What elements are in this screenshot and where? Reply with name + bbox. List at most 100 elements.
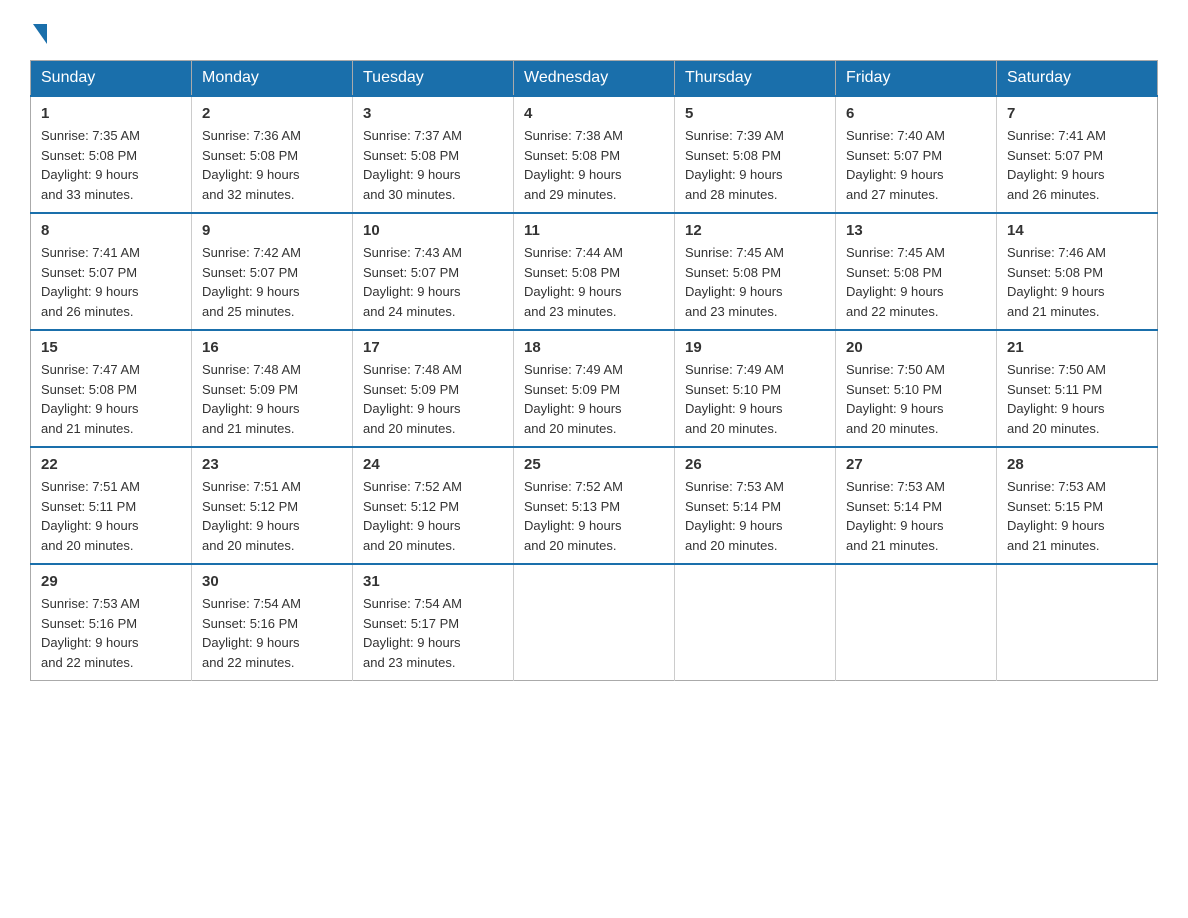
day-info: Sunrise: 7:38 AM Sunset: 5:08 PM Dayligh… (524, 126, 664, 204)
logo-arrow-icon (33, 24, 47, 44)
day-info: Sunrise: 7:41 AM Sunset: 5:07 PM Dayligh… (1007, 126, 1147, 204)
day-number: 3 (363, 105, 503, 122)
day-number: 27 (846, 456, 986, 473)
calendar-cell (514, 564, 675, 681)
page-header (30, 20, 1158, 40)
calendar-cell: 21 Sunrise: 7:50 AM Sunset: 5:11 PM Dayl… (997, 330, 1158, 447)
day-info: Sunrise: 7:48 AM Sunset: 5:09 PM Dayligh… (202, 360, 342, 438)
calendar-cell (675, 564, 836, 681)
day-info: Sunrise: 7:50 AM Sunset: 5:11 PM Dayligh… (1007, 360, 1147, 438)
calendar-cell: 22 Sunrise: 7:51 AM Sunset: 5:11 PM Dayl… (31, 447, 192, 564)
day-info: Sunrise: 7:53 AM Sunset: 5:14 PM Dayligh… (685, 477, 825, 555)
day-number: 5 (685, 105, 825, 122)
logo (30, 20, 47, 40)
day-info: Sunrise: 7:49 AM Sunset: 5:10 PM Dayligh… (685, 360, 825, 438)
calendar-cell: 7 Sunrise: 7:41 AM Sunset: 5:07 PM Dayli… (997, 96, 1158, 213)
day-info: Sunrise: 7:54 AM Sunset: 5:17 PM Dayligh… (363, 594, 503, 672)
day-number: 10 (363, 222, 503, 239)
calendar-week-row: 15 Sunrise: 7:47 AM Sunset: 5:08 PM Dayl… (31, 330, 1158, 447)
day-number: 31 (363, 573, 503, 590)
calendar-cell: 27 Sunrise: 7:53 AM Sunset: 5:14 PM Dayl… (836, 447, 997, 564)
calendar-cell: 11 Sunrise: 7:44 AM Sunset: 5:08 PM Dayl… (514, 213, 675, 330)
calendar-cell: 17 Sunrise: 7:48 AM Sunset: 5:09 PM Dayl… (353, 330, 514, 447)
weekday-header-saturday: Saturday (997, 61, 1158, 97)
day-info: Sunrise: 7:46 AM Sunset: 5:08 PM Dayligh… (1007, 243, 1147, 321)
day-number: 19 (685, 339, 825, 356)
calendar-cell: 23 Sunrise: 7:51 AM Sunset: 5:12 PM Dayl… (192, 447, 353, 564)
day-number: 22 (41, 456, 181, 473)
calendar-cell: 6 Sunrise: 7:40 AM Sunset: 5:07 PM Dayli… (836, 96, 997, 213)
calendar-cell: 20 Sunrise: 7:50 AM Sunset: 5:10 PM Dayl… (836, 330, 997, 447)
day-number: 6 (846, 105, 986, 122)
calendar-week-row: 22 Sunrise: 7:51 AM Sunset: 5:11 PM Dayl… (31, 447, 1158, 564)
calendar-cell (836, 564, 997, 681)
calendar-cell (997, 564, 1158, 681)
weekday-header-wednesday: Wednesday (514, 61, 675, 97)
calendar-cell: 1 Sunrise: 7:35 AM Sunset: 5:08 PM Dayli… (31, 96, 192, 213)
day-number: 13 (846, 222, 986, 239)
day-number: 8 (41, 222, 181, 239)
calendar-cell: 9 Sunrise: 7:42 AM Sunset: 5:07 PM Dayli… (192, 213, 353, 330)
calendar-cell: 12 Sunrise: 7:45 AM Sunset: 5:08 PM Dayl… (675, 213, 836, 330)
day-info: Sunrise: 7:41 AM Sunset: 5:07 PM Dayligh… (41, 243, 181, 321)
day-info: Sunrise: 7:54 AM Sunset: 5:16 PM Dayligh… (202, 594, 342, 672)
calendar-cell: 19 Sunrise: 7:49 AM Sunset: 5:10 PM Dayl… (675, 330, 836, 447)
day-number: 21 (1007, 339, 1147, 356)
day-number: 26 (685, 456, 825, 473)
day-info: Sunrise: 7:36 AM Sunset: 5:08 PM Dayligh… (202, 126, 342, 204)
calendar-cell: 24 Sunrise: 7:52 AM Sunset: 5:12 PM Dayl… (353, 447, 514, 564)
calendar-cell: 3 Sunrise: 7:37 AM Sunset: 5:08 PM Dayli… (353, 96, 514, 213)
day-info: Sunrise: 7:48 AM Sunset: 5:09 PM Dayligh… (363, 360, 503, 438)
day-number: 11 (524, 222, 664, 239)
weekday-header-friday: Friday (836, 61, 997, 97)
day-info: Sunrise: 7:50 AM Sunset: 5:10 PM Dayligh… (846, 360, 986, 438)
day-info: Sunrise: 7:39 AM Sunset: 5:08 PM Dayligh… (685, 126, 825, 204)
day-number: 24 (363, 456, 503, 473)
day-number: 2 (202, 105, 342, 122)
calendar-cell: 8 Sunrise: 7:41 AM Sunset: 5:07 PM Dayli… (31, 213, 192, 330)
day-info: Sunrise: 7:52 AM Sunset: 5:12 PM Dayligh… (363, 477, 503, 555)
day-info: Sunrise: 7:47 AM Sunset: 5:08 PM Dayligh… (41, 360, 181, 438)
weekday-header-row: SundayMondayTuesdayWednesdayThursdayFrid… (31, 61, 1158, 97)
calendar-cell: 10 Sunrise: 7:43 AM Sunset: 5:07 PM Dayl… (353, 213, 514, 330)
day-number: 29 (41, 573, 181, 590)
day-info: Sunrise: 7:45 AM Sunset: 5:08 PM Dayligh… (846, 243, 986, 321)
day-info: Sunrise: 7:37 AM Sunset: 5:08 PM Dayligh… (363, 126, 503, 204)
calendar-cell: 16 Sunrise: 7:48 AM Sunset: 5:09 PM Dayl… (192, 330, 353, 447)
weekday-header-tuesday: Tuesday (353, 61, 514, 97)
day-number: 15 (41, 339, 181, 356)
day-number: 23 (202, 456, 342, 473)
calendar-cell: 18 Sunrise: 7:49 AM Sunset: 5:09 PM Dayl… (514, 330, 675, 447)
calendar-cell: 14 Sunrise: 7:46 AM Sunset: 5:08 PM Dayl… (997, 213, 1158, 330)
logo-top (30, 20, 47, 44)
day-info: Sunrise: 7:44 AM Sunset: 5:08 PM Dayligh… (524, 243, 664, 321)
calendar-cell: 13 Sunrise: 7:45 AM Sunset: 5:08 PM Dayl… (836, 213, 997, 330)
day-number: 9 (202, 222, 342, 239)
day-number: 1 (41, 105, 181, 122)
day-info: Sunrise: 7:51 AM Sunset: 5:12 PM Dayligh… (202, 477, 342, 555)
weekday-header-sunday: Sunday (31, 61, 192, 97)
day-number: 14 (1007, 222, 1147, 239)
day-info: Sunrise: 7:49 AM Sunset: 5:09 PM Dayligh… (524, 360, 664, 438)
calendar-cell: 5 Sunrise: 7:39 AM Sunset: 5:08 PM Dayli… (675, 96, 836, 213)
day-info: Sunrise: 7:35 AM Sunset: 5:08 PM Dayligh… (41, 126, 181, 204)
day-info: Sunrise: 7:53 AM Sunset: 5:14 PM Dayligh… (846, 477, 986, 555)
calendar-cell: 31 Sunrise: 7:54 AM Sunset: 5:17 PM Dayl… (353, 564, 514, 681)
weekday-header-thursday: Thursday (675, 61, 836, 97)
calendar-cell: 30 Sunrise: 7:54 AM Sunset: 5:16 PM Dayl… (192, 564, 353, 681)
calendar-cell: 15 Sunrise: 7:47 AM Sunset: 5:08 PM Dayl… (31, 330, 192, 447)
calendar-week-row: 1 Sunrise: 7:35 AM Sunset: 5:08 PM Dayli… (31, 96, 1158, 213)
day-info: Sunrise: 7:53 AM Sunset: 5:15 PM Dayligh… (1007, 477, 1147, 555)
weekday-header-monday: Monday (192, 61, 353, 97)
calendar-week-row: 8 Sunrise: 7:41 AM Sunset: 5:07 PM Dayli… (31, 213, 1158, 330)
calendar-cell: 25 Sunrise: 7:52 AM Sunset: 5:13 PM Dayl… (514, 447, 675, 564)
day-info: Sunrise: 7:53 AM Sunset: 5:16 PM Dayligh… (41, 594, 181, 672)
day-info: Sunrise: 7:45 AM Sunset: 5:08 PM Dayligh… (685, 243, 825, 321)
calendar-table: SundayMondayTuesdayWednesdayThursdayFrid… (30, 60, 1158, 681)
day-number: 16 (202, 339, 342, 356)
day-number: 18 (524, 339, 664, 356)
day-number: 25 (524, 456, 664, 473)
day-info: Sunrise: 7:40 AM Sunset: 5:07 PM Dayligh… (846, 126, 986, 204)
day-number: 30 (202, 573, 342, 590)
calendar-cell: 2 Sunrise: 7:36 AM Sunset: 5:08 PM Dayli… (192, 96, 353, 213)
